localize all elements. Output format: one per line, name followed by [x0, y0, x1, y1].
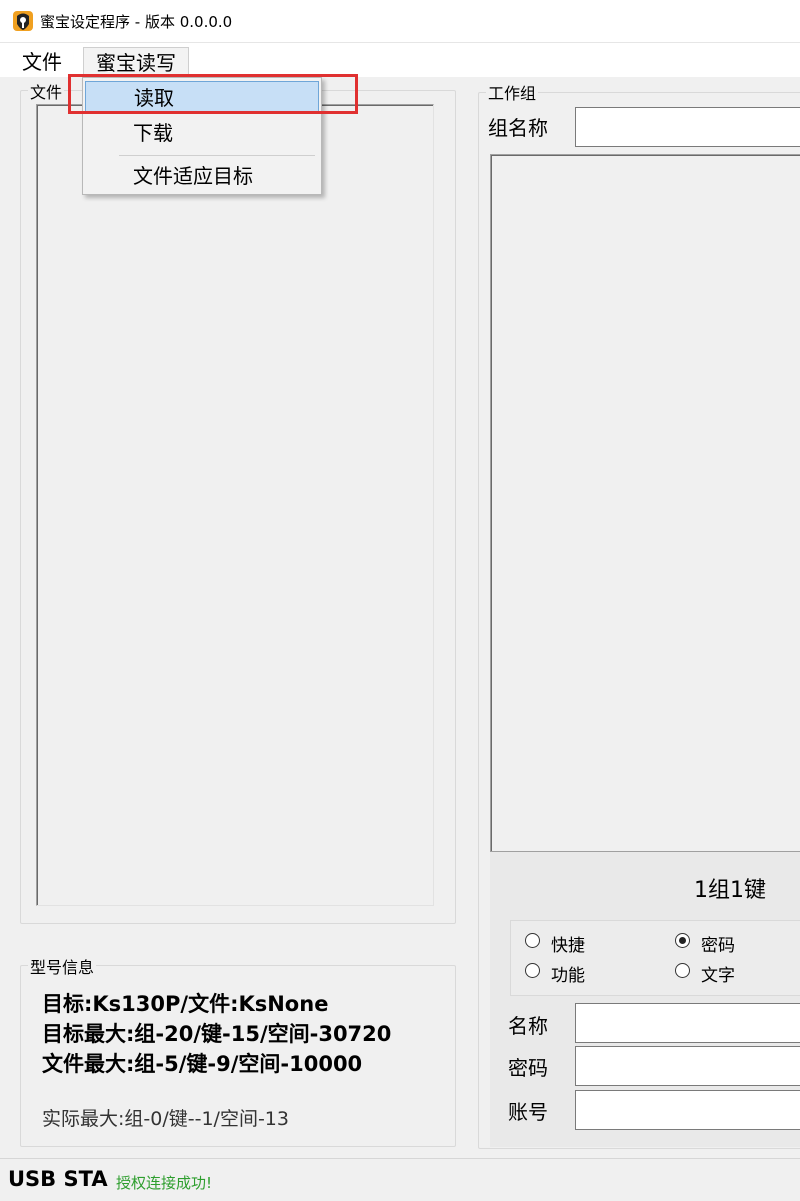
name-input[interactable] [575, 1003, 800, 1043]
work-group-label: 工作组 [486, 80, 539, 104]
model-file-max-text: 文件最大:组-5/键-9/空间-10000 [42, 1052, 363, 1076]
model-info-label: 型号信息 [28, 954, 97, 978]
status-bar: USB STA 授权连接成功! [0, 1158, 800, 1201]
account-label: 账号 [508, 1100, 548, 1124]
menu-file[interactable]: 文件 [14, 47, 70, 77]
radio-function[interactable] [525, 963, 540, 978]
radio-text[interactable] [675, 963, 690, 978]
group-key-count: 1组1键 [694, 878, 766, 903]
account-input[interactable] [575, 1090, 800, 1130]
group-name-input[interactable] [575, 107, 800, 147]
menu-item-fit-file-to-target[interactable]: 文件适应目标 [85, 160, 319, 192]
key-list-view[interactable] [490, 154, 800, 852]
radio-function-label: 功能 [551, 966, 585, 986]
model-target-max-text: 目标最大:组-20/键-15/空间-30720 [42, 1022, 392, 1046]
radio-text-label: 文字 [701, 966, 735, 986]
model-actual-max-text: 实际最大:组-0/键--1/空间-13 [42, 1108, 289, 1130]
usb-status-label: USB STA [8, 1167, 108, 1191]
radio-shortcut-label: 快捷 [551, 936, 585, 956]
file-group-label: 文件 [28, 79, 65, 103]
group-name-label: 组名称 [488, 116, 548, 140]
radio-shortcut[interactable] [525, 933, 540, 948]
model-target-text: 目标:Ks130P/文件:KsNone [42, 992, 329, 1016]
password-label: 密码 [508, 1056, 548, 1080]
menu-separator [119, 155, 315, 156]
password-input[interactable] [575, 1046, 800, 1086]
highlight-annotation [68, 74, 358, 114]
app-logo-icon [13, 11, 33, 31]
file-tree-view[interactable] [36, 104, 434, 906]
menu-item-download[interactable]: 下载 [85, 117, 319, 149]
title-bar: 蜜宝设定程序 - 版本 0.0.0.0 [0, 0, 800, 43]
window-title: 蜜宝设定程序 - 版本 0.0.0.0 [40, 13, 233, 31]
radio-password[interactable] [675, 933, 690, 948]
radio-password-label: 密码 [701, 936, 735, 956]
name-label: 名称 [508, 1014, 548, 1038]
status-message: 授权连接成功! [116, 1174, 213, 1192]
menu-bar: 文件 蜜宝读写 [0, 43, 800, 78]
